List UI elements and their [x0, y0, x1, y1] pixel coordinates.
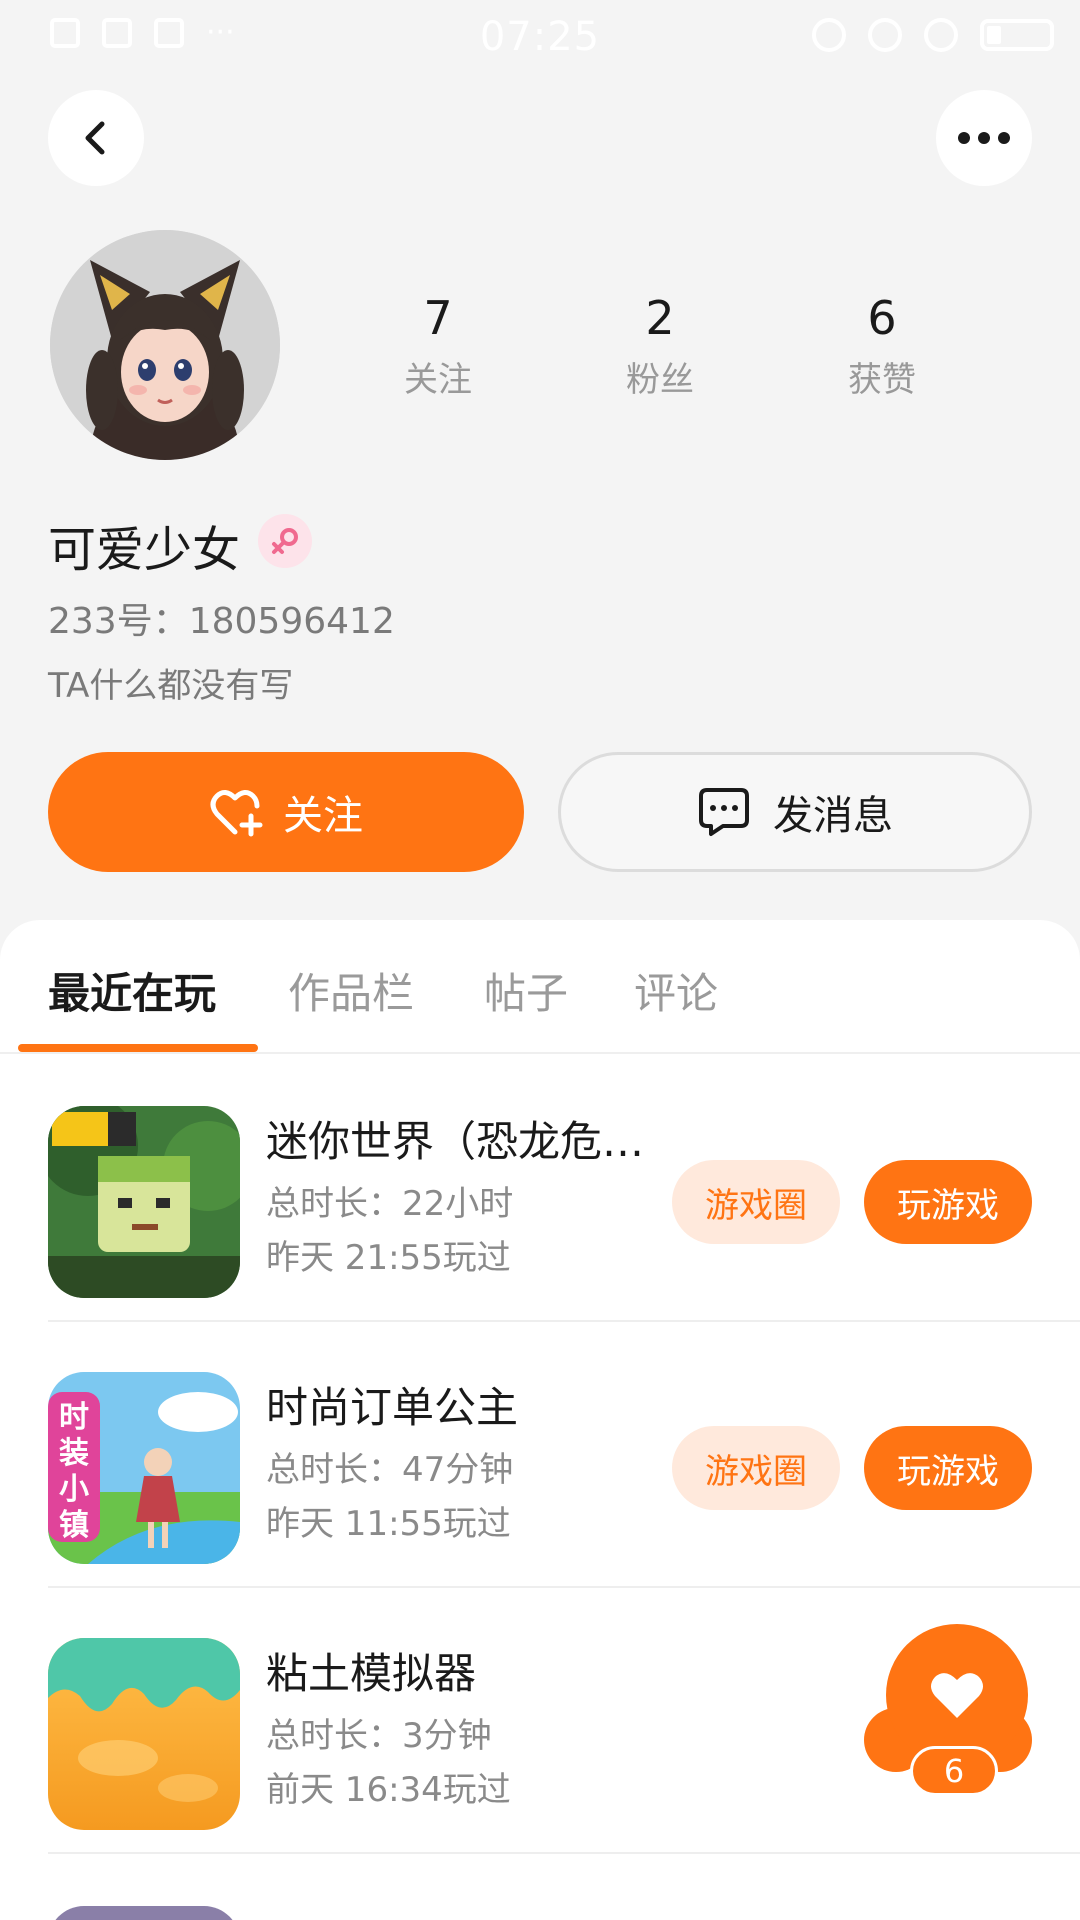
battery-icon	[980, 19, 1054, 51]
like-floating-button[interactable]: 6	[862, 1620, 1034, 1800]
tab-bar: 最近在玩 作品栏 帖子 评论	[0, 920, 1080, 1054]
game-icon[interactable]	[48, 1106, 240, 1298]
heart-icon	[931, 1673, 983, 1718]
alarm-icon	[868, 18, 902, 52]
tab-works[interactable]: 作品栏	[288, 960, 414, 1021]
wifi-icon	[924, 18, 958, 52]
following-count: 7	[423, 291, 453, 345]
message-button[interactable]: 发消息	[558, 752, 1032, 872]
user-id: 233号：180596412	[48, 601, 395, 642]
game-total-time: 总时长：3分钟	[266, 1716, 492, 1756]
clay-simulator-game-icon	[48, 1638, 240, 1830]
status-system-icons	[812, 18, 1054, 52]
tab-posts[interactable]: 帖子	[484, 960, 568, 1021]
game-total-time: 总时长：47分钟	[266, 1450, 514, 1490]
chat-bubble-icon	[699, 788, 749, 836]
game-row[interactable]: 时装小镇 时尚订单公主 总时长：47分钟 昨天 11:55玩过 游戏圈 玩游戏	[0, 1322, 1080, 1588]
mute-icon	[812, 18, 846, 52]
tab-comments[interactable]: 评论	[634, 960, 718, 1021]
game-name: 时尚订单公主	[266, 1383, 519, 1432]
stat-following[interactable]: 7 关注	[338, 290, 538, 401]
more-button[interactable]	[936, 90, 1032, 186]
like-bubble[interactable]	[886, 1624, 1028, 1766]
game-row[interactable]: 迷你世界（恐龙危… 总时长：22小时 昨天 21:55玩过 游戏圈 玩游戏	[0, 1056, 1080, 1322]
heart-plus-icon	[210, 790, 263, 837]
like-count: 6	[910, 1746, 998, 1796]
chevron-left-icon	[85, 121, 105, 155]
game-last-played: 昨天 11:55玩过	[266, 1504, 511, 1544]
tab-indicator	[18, 1044, 258, 1052]
status-bar: ··· 07:25	[0, 0, 1080, 72]
game-last-played: 前天 16:34玩过	[266, 1770, 511, 1810]
likes-label: 获赞	[848, 360, 916, 400]
game-total-time: 总时长：22小时	[266, 1184, 514, 1224]
row-divider	[48, 1852, 1080, 1854]
back-button[interactable]	[48, 90, 144, 186]
game-circle-button[interactable]: 游戏圈	[672, 1160, 840, 1244]
game-circle-button[interactable]: 游戏圈	[672, 1426, 840, 1510]
female-icon	[272, 528, 298, 554]
message-button-label: 发消息	[773, 793, 893, 839]
tab-recently-played[interactable]: 最近在玩	[48, 960, 216, 1021]
game-icon[interactable]	[48, 1906, 240, 1920]
more-horizontal-icon	[958, 132, 1010, 144]
following-label: 关注	[404, 360, 472, 400]
username: 可爱少女	[48, 522, 241, 578]
play-game-button[interactable]: 玩游戏	[864, 1426, 1032, 1510]
game-last-played: 昨天 21:55玩过	[266, 1238, 511, 1278]
game-name: 迷你世界（恐龙危…	[266, 1117, 645, 1166]
stat-likes[interactable]: 6 获赞	[782, 290, 982, 401]
gender-badge	[258, 514, 312, 568]
followers-count: 2	[645, 291, 675, 345]
game-name: 粘土模拟器	[266, 1649, 477, 1698]
game-icon[interactable]	[48, 1638, 240, 1830]
stat-followers[interactable]: 2 粉丝	[560, 290, 760, 401]
followers-label: 粉丝	[626, 360, 694, 400]
follow-button-label: 关注	[283, 793, 363, 839]
profile-stats: 7 关注 2 粉丝 6 获赞	[330, 290, 1030, 410]
game-icon-text: 时装小镇	[59, 1400, 89, 1543]
user-bio: TA什么都没有写	[48, 666, 294, 706]
mini-world-game-icon	[48, 1106, 240, 1298]
game-icon[interactable]: 时装小镇	[48, 1372, 240, 1564]
play-game-button[interactable]: 玩游戏	[864, 1160, 1032, 1244]
cat-ear-girl-avatar-icon	[50, 230, 280, 460]
likes-count: 6	[867, 291, 897, 345]
avatar[interactable]	[50, 230, 280, 460]
follow-button[interactable]: 关注	[48, 752, 524, 872]
